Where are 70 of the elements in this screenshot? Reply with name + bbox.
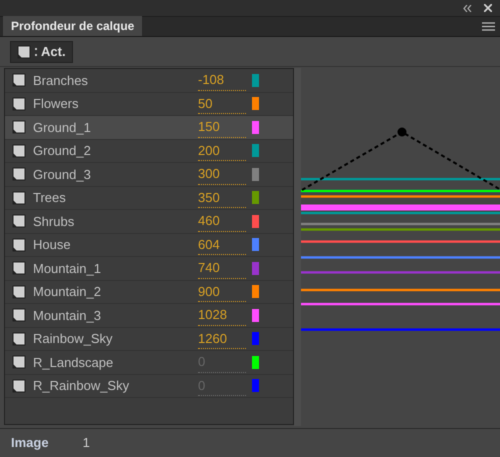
layer-icon	[12, 214, 26, 228]
color-swatch[interactable]	[252, 332, 259, 346]
layer-row[interactable]: Trees 350	[5, 186, 293, 210]
layer-depth[interactable]: 1028	[198, 305, 246, 326]
color-swatch[interactable]	[252, 191, 259, 204]
layer-name: Flowers	[33, 95, 80, 113]
layer-depth[interactable]: -108	[198, 70, 246, 90]
act-button[interactable]: Act.	[10, 40, 73, 62]
layer-name: Ground_1	[33, 118, 92, 137]
color-swatch[interactable]	[252, 262, 259, 275]
collapse-icon[interactable]	[463, 4, 472, 12]
layer-icon	[12, 120, 26, 134]
layer-name: R_Landscape	[33, 354, 114, 372]
color-swatch[interactable]	[252, 379, 259, 392]
layer-name: House	[33, 236, 72, 254]
layer-depth[interactable]: 1260	[198, 328, 246, 349]
layer-icon	[12, 73, 26, 88]
color-swatch[interactable]	[252, 356, 259, 369]
layer-row[interactable]: House 604	[5, 234, 293, 257]
footer-value: 1	[82, 434, 90, 452]
layer-depth[interactable]: 604	[198, 234, 246, 255]
layer-depth[interactable]: 150	[198, 117, 246, 138]
layer-icon	[12, 332, 26, 346]
layer-name: Branches	[33, 72, 89, 90]
color-swatch[interactable]	[252, 97, 259, 110]
layer-icon	[12, 190, 26, 205]
scrollbar-track[interactable]	[294, 68, 301, 426]
layer-name: Ground_3	[33, 166, 92, 184]
layer-name: Rainbow_Sky	[33, 330, 114, 348]
layer-icon	[12, 96, 26, 111]
layer-depth[interactable]: 350	[198, 188, 246, 208]
layer-row[interactable]: Ground_2 200	[5, 140, 293, 163]
layer-icon	[12, 167, 26, 182]
layer-name: Trees	[33, 189, 67, 207]
layer-row[interactable]: Ground_1 150	[5, 116, 293, 140]
layer-row[interactable]: Rainbow_Sky 1260	[5, 328, 293, 351]
layer-row[interactable]: Flowers 50	[5, 92, 293, 116]
layer-depth[interactable]: 50	[198, 94, 246, 114]
layer-depth[interactable]: 300	[198, 164, 246, 184]
layer-icon	[12, 284, 26, 299]
layer-icon	[12, 355, 26, 370]
color-swatch[interactable]	[252, 285, 259, 298]
layer-icon	[12, 238, 26, 252]
color-swatch[interactable]	[252, 238, 259, 252]
panel-tab[interactable]: Profondeur de calque	[3, 16, 142, 36]
layer-name: Shrubs	[33, 212, 76, 230]
color-swatch[interactable]	[252, 120, 259, 134]
color-swatch[interactable]	[252, 74, 259, 87]
layer-depth[interactable]: 900	[198, 282, 246, 302]
layer-icon	[17, 44, 31, 58]
layer-name: Ground_2	[33, 142, 92, 160]
layer-name: Mountain_2	[33, 283, 102, 301]
layer-row[interactable]: Mountain_2 900	[5, 280, 293, 304]
layer-icon	[12, 144, 26, 158]
layer-depth[interactable]: 460	[198, 211, 246, 232]
layer-icon	[12, 378, 26, 393]
layer-name: R_Rainbow_Sky	[33, 377, 130, 395]
close-icon[interactable]	[484, 4, 492, 12]
layer-name: Mountain_3	[33, 306, 102, 325]
layer-icon	[12, 308, 26, 322]
color-swatch[interactable]	[252, 214, 259, 228]
color-swatch[interactable]	[252, 144, 259, 158]
color-swatch[interactable]	[252, 168, 259, 181]
footer-label: Image	[11, 434, 49, 452]
layer-depth[interactable]: 740	[198, 258, 246, 278]
layer-icon	[12, 261, 26, 276]
menu-icon[interactable]	[482, 22, 495, 31]
layer-name: Mountain_1	[33, 260, 102, 278]
color-swatch[interactable]	[252, 308, 259, 322]
layer-depth[interactable]: 200	[198, 140, 246, 161]
